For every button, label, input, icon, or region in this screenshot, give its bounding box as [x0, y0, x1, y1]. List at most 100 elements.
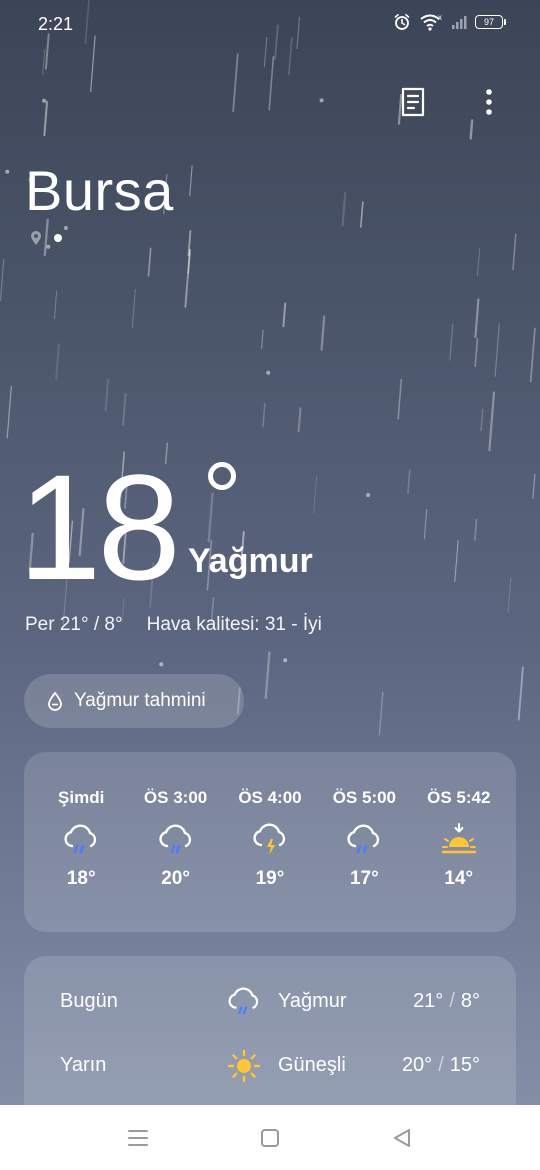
wifi-icon: x — [420, 13, 442, 31]
day-low: 15° — [449, 1054, 480, 1076]
rain-drop — [366, 493, 371, 498]
rain-drop — [159, 662, 164, 667]
rain-streak — [104, 378, 110, 412]
hour-temp: 20° — [161, 868, 190, 889]
hour-time: ÖS 5:42 — [427, 788, 491, 807]
rain-drop — [5, 169, 10, 174]
rain-streak — [6, 386, 12, 439]
rain-streak — [320, 315, 326, 351]
battery-indicator: 97 — [475, 15, 506, 29]
rain-streak — [407, 469, 411, 495]
more-vertical-icon — [486, 89, 492, 115]
back-button[interactable] — [389, 1125, 415, 1151]
rain-streak — [187, 230, 192, 257]
rain-streak — [268, 55, 275, 111]
sunset-icon — [438, 822, 480, 858]
day-range: 20°/15° — [401, 1054, 480, 1076]
hour-temp: 19° — [255, 868, 285, 889]
rain-drop — [42, 98, 47, 103]
rain-cloud-icon — [343, 822, 385, 858]
hourly-item: Şimdi 18° — [41, 752, 121, 932]
document-icon — [401, 87, 425, 117]
status-time: 2:21 — [38, 14, 74, 34]
rain-streak — [187, 251, 191, 274]
daily-row[interactable]: Yarın Güneşli 20°/15° — [24, 1046, 516, 1086]
page-dot — [54, 234, 62, 242]
rain-streak — [397, 378, 403, 420]
hour-temp: 18° — [66, 868, 96, 889]
news-button[interactable] — [398, 86, 428, 118]
degree-symbol — [208, 462, 236, 490]
battery-level: 97 — [475, 15, 503, 29]
menu-icon — [128, 1129, 148, 1146]
hour-time: Şimdi — [58, 788, 105, 807]
rain-streak — [55, 343, 60, 380]
alarm-icon — [394, 14, 410, 30]
thunder-cloud-icon — [249, 822, 291, 858]
navigation-bar — [0, 1105, 540, 1170]
rain-streak — [449, 323, 454, 361]
day-condition: Yağmur — [278, 990, 347, 1012]
rain-streak — [469, 119, 474, 140]
rain-forecast-button[interactable]: Yağmur tahmini — [24, 674, 244, 728]
day-range: 21°/8° — [413, 990, 480, 1012]
hourly-item: ÖS 3:00 20° — [136, 752, 216, 932]
air-quality[interactable]: Hava kalitesi: 31 - İyi — [147, 614, 322, 636]
rain-streak — [494, 323, 500, 378]
temperature-value: 18 — [18, 443, 181, 611]
day-name: Bugün — [60, 990, 118, 1012]
recents-button[interactable] — [125, 1125, 151, 1151]
day-high: 21° — [413, 990, 444, 1012]
rain-cloud-icon — [155, 822, 197, 858]
rain-streak — [378, 691, 384, 736]
daily-row[interactable]: Bugün Yağmur 21°/8° — [24, 982, 516, 1022]
hour-time: ÖS 5:00 — [332, 788, 397, 807]
location-pin-icon — [31, 231, 41, 245]
rain-streak — [507, 577, 512, 614]
daily-forecast[interactable]: Bugün Yağmur 21°/8° Yarın Güneşli 20°/15… — [24, 956, 516, 1116]
day-condition: Güneşli — [278, 1054, 346, 1076]
day-name: Yarın — [60, 1054, 107, 1076]
rain-streak — [131, 289, 136, 329]
rain-streak — [264, 651, 271, 699]
hour-temp: 17° — [349, 868, 379, 889]
signal-icon — [452, 16, 467, 29]
hour-time: ÖS 4:00 — [238, 788, 302, 807]
rain-streak — [313, 475, 318, 514]
weather-summary: Per 21° / 8° Hava kalitesi: 31 - İyi — [25, 614, 322, 636]
rain-streak — [261, 329, 264, 349]
hourly-item: ÖS 4:00 19° — [230, 752, 310, 932]
more-options-button[interactable] — [474, 86, 504, 118]
current-condition: Yağmur — [188, 542, 313, 580]
rain-forecast-label: Yağmur tahmini — [74, 690, 206, 711]
svg-text:x: x — [438, 13, 442, 22]
rain-streak — [282, 302, 287, 328]
rain-streak — [0, 258, 5, 302]
rain-streak — [517, 666, 524, 721]
rain-streak — [43, 100, 49, 137]
hourly-item: ÖS 5:00 17° — [324, 752, 404, 932]
rain-streak — [474, 298, 480, 339]
home-button[interactable] — [257, 1125, 283, 1151]
rain-streak — [147, 247, 152, 277]
rain-drop — [266, 370, 271, 375]
rain-streak — [474, 518, 478, 541]
rain-drop — [63, 226, 68, 230]
rain-streak — [232, 53, 239, 113]
hour-temp: 14° — [444, 868, 474, 889]
rain-streak — [189, 165, 193, 197]
hourly-item: ÖS 5:42 14° — [419, 752, 499, 932]
day-high: 20° — [401, 1054, 433, 1076]
home-square-icon — [261, 1128, 279, 1147]
rain-streak — [297, 407, 302, 433]
rain-streak — [532, 473, 536, 500]
rain-streak — [122, 392, 127, 427]
back-triangle-icon — [394, 1128, 410, 1147]
rain-streak — [512, 233, 517, 271]
rain-streak — [359, 201, 364, 228]
hourly-forecast[interactable]: Şimdi 18° ÖS 3:00 20° ÖS 4:00 19° ÖS 5:0… — [24, 752, 516, 932]
water-drop-icon — [48, 691, 62, 711]
rain-streak — [488, 391, 496, 452]
rain-streak — [423, 509, 428, 540]
rain-streak — [184, 248, 191, 308]
